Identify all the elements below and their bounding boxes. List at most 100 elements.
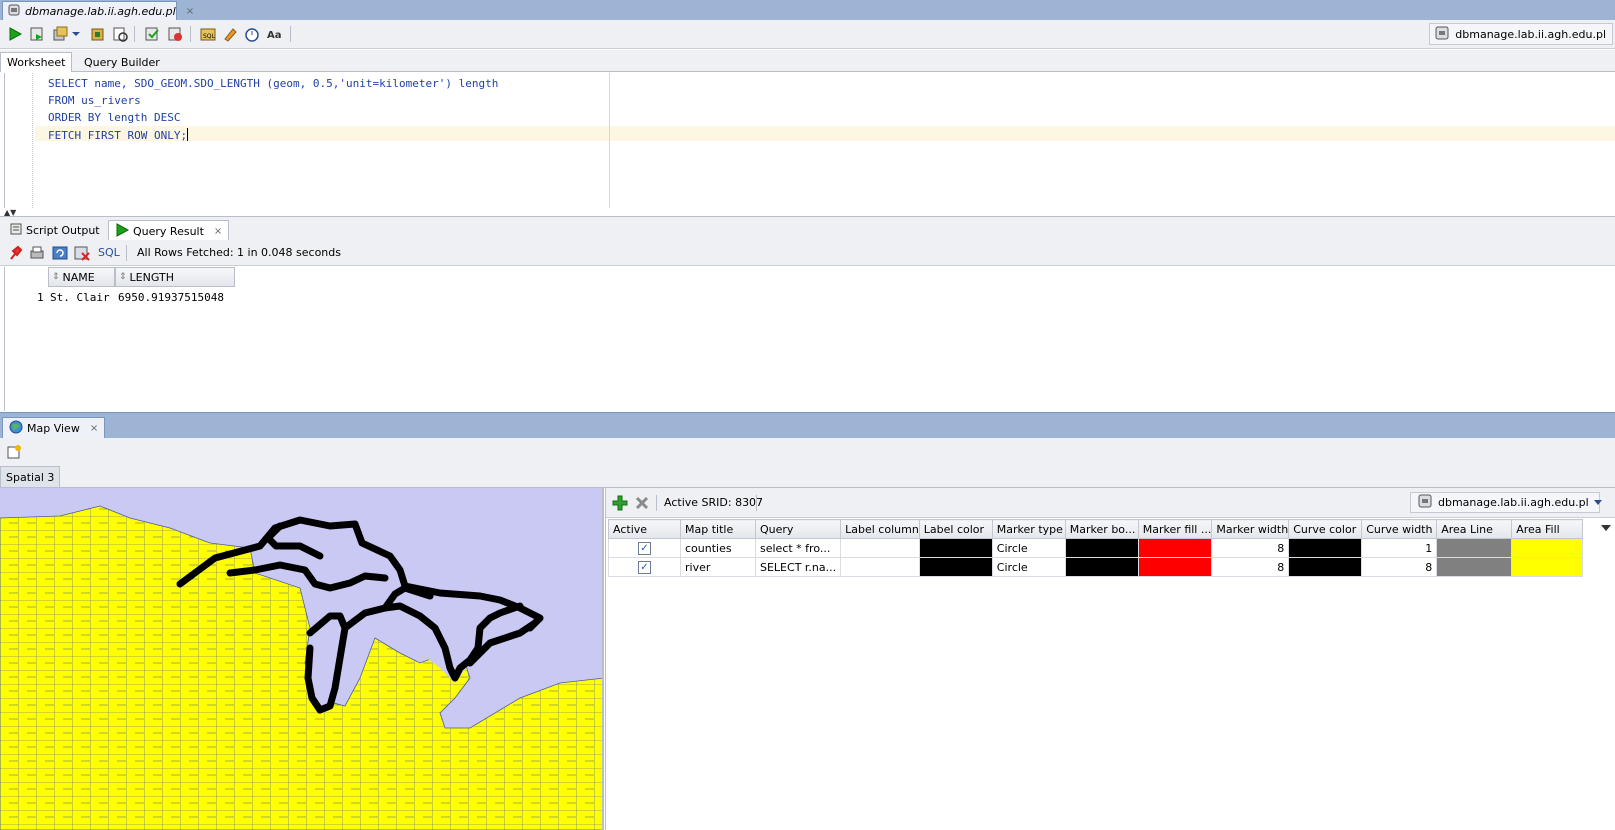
clear-icon[interactable]: [221, 25, 239, 43]
new-map-icon[interactable]: [5, 443, 23, 461]
tab-map-view[interactable]: Map View ×: [2, 417, 106, 439]
column-header[interactable]: Marker fill ...: [1137, 519, 1213, 539]
marker-fill-swatch[interactable]: [1137, 557, 1213, 577]
map-canvas[interactable]: [0, 488, 604, 830]
active-cell[interactable]: ✓: [608, 538, 681, 558]
cell-length[interactable]: 6950.91937515048: [118, 291, 224, 304]
refresh-icon[interactable]: [51, 244, 69, 262]
column-header-name[interactable]: ⇕ NAME: [48, 267, 115, 287]
marker-width-cell[interactable]: 8: [1211, 557, 1290, 577]
label-color-swatch[interactable]: [918, 557, 993, 577]
marker-type-cell[interactable]: Circle: [991, 538, 1066, 558]
column-header[interactable]: Marker type: [991, 519, 1066, 539]
rollback-icon[interactable]: [89, 25, 107, 43]
database-icon: [1434, 25, 1450, 44]
column-header[interactable]: Active: [608, 519, 681, 539]
area-fill-swatch[interactable]: [1511, 538, 1584, 558]
run-statement-icon[interactable]: [6, 25, 24, 43]
connection-name: dbmanage.lab.ii.agh.edu.pl: [1455, 27, 1606, 41]
text-caret: [187, 128, 189, 141]
column-header[interactable]: Area Line: [1436, 519, 1513, 539]
marker-border-swatch[interactable]: [1064, 557, 1139, 577]
chevron-down-icon[interactable]: [1601, 522, 1611, 535]
connection-tab-title: dbmanage.lab.ii.agh.edu.pl: [25, 4, 176, 18]
curve-color-swatch[interactable]: [1288, 557, 1363, 577]
close-tab-icon[interactable]: ×: [90, 423, 98, 434]
sql-history-icon[interactable]: SQL: [199, 25, 217, 43]
active-checkbox[interactable]: ✓: [638, 541, 651, 555]
area-line-swatch[interactable]: [1436, 557, 1513, 577]
result-tab-bar: Script Output × Query Result ×: [0, 216, 1615, 241]
map-title-cell[interactable]: river: [680, 557, 756, 577]
curve-width-cell[interactable]: 1: [1361, 538, 1438, 558]
map-connection-selector[interactable]: dbmanage.lab.ii.agh.edu.pl: [1410, 492, 1602, 513]
map-svg[interactable]: [0, 488, 604, 830]
layers-table: Active Map title Query Label column Labe…: [608, 519, 1584, 577]
column-header[interactable]: Area Fill: [1511, 519, 1584, 539]
curve-color-swatch[interactable]: [1288, 538, 1363, 558]
code-line-1: SELECT name, SDO_GEOM.SDO_LENGTH (geom, …: [48, 77, 499, 90]
layers-header-row: Active Map title Query Label column Labe…: [608, 519, 1584, 539]
marker-type-cell[interactable]: Circle: [991, 557, 1066, 577]
area-fill-swatch[interactable]: [1511, 557, 1584, 577]
query-cell[interactable]: select * fro...: [754, 538, 842, 558]
close-tab-icon[interactable]: ×: [214, 226, 222, 237]
column-header[interactable]: Marker bo...: [1064, 519, 1139, 539]
svg-text:Aa: Aa: [267, 30, 282, 41]
map-title-cell[interactable]: counties: [680, 538, 756, 558]
print-icon[interactable]: [28, 244, 46, 262]
column-header[interactable]: Label column: [840, 519, 920, 539]
add-layer-icon[interactable]: [611, 494, 629, 512]
marker-fill-swatch[interactable]: [1137, 538, 1213, 558]
marker-width-cell[interactable]: 8: [1211, 538, 1290, 558]
label-column-cell[interactable]: [840, 538, 920, 558]
sql-editor[interactable]: SELECT name, SDO_GEOM.SDO_LENGTH (geom, …: [4, 73, 1615, 208]
marker-border-swatch[interactable]: [1064, 538, 1139, 558]
tab-worksheet[interactable]: Worksheet: [0, 52, 73, 72]
area-line-swatch[interactable]: [1436, 538, 1513, 558]
tab-script-output[interactable]: Script Output ×: [4, 220, 124, 241]
label-column-cell[interactable]: [840, 557, 920, 577]
dropdown-arrow-icon[interactable]: [71, 25, 81, 43]
tab-query-builder[interactable]: Query Builder: [78, 52, 166, 72]
label-color-swatch[interactable]: [918, 538, 993, 558]
fetch-status: All Rows Fetched: 1 in 0.048 seconds: [137, 246, 341, 259]
curve-width-cell[interactable]: 8: [1361, 557, 1438, 577]
autotrace-icon[interactable]: [166, 25, 184, 43]
database-icon: [1417, 493, 1433, 512]
connection-selector[interactable]: dbmanage.lab.ii.agh.edu.pl: [1429, 23, 1613, 45]
close-tab-icon[interactable]: ×: [186, 6, 194, 17]
explain-plan-icon[interactable]: [143, 25, 161, 43]
spatial-tab-bar: Spatial 3: [0, 466, 1615, 488]
active-cell[interactable]: ✓: [608, 557, 681, 577]
column-header[interactable]: Marker width: [1211, 519, 1290, 539]
column-header[interactable]: Map title: [680, 519, 756, 539]
column-header-length[interactable]: ⇕ LENGTH: [115, 267, 235, 287]
query-cell[interactable]: SELECT r.na...: [754, 557, 842, 577]
layers-toolbar: Active SRID: 8307 dbmanage.lab.ii.agh.ed…: [606, 488, 1615, 518]
svg-text:SQL: SQL: [203, 33, 216, 40]
timer-icon[interactable]: [243, 25, 261, 43]
remove-layer-icon[interactable]: [633, 494, 651, 512]
sql-link[interactable]: SQL: [98, 246, 120, 259]
column-header[interactable]: Curve color: [1288, 519, 1363, 539]
row-number: 1: [37, 291, 44, 304]
column-header[interactable]: Curve width: [1361, 519, 1438, 539]
connection-tab[interactable]: dbmanage.lab.ii.agh.edu.pl ×: [2, 1, 194, 20]
table-row[interactable]: ✓ counties select * fro... Circle 8 1: [608, 538, 1584, 558]
sort-icon: ⇕: [52, 272, 60, 282]
tab-query-result[interactable]: Query Result ×: [108, 220, 230, 241]
active-checkbox[interactable]: ✓: [638, 560, 651, 574]
commit-icon[interactable]: [51, 25, 69, 43]
tab-spatial[interactable]: Spatial 3: [0, 466, 61, 488]
cell-name[interactable]: St. Clair: [50, 291, 110, 304]
cancel-fetch-icon[interactable]: [73, 244, 91, 262]
uppercase-icon[interactable]: Aa: [265, 25, 283, 43]
column-header[interactable]: Query: [754, 519, 842, 539]
column-header[interactable]: Label color: [918, 519, 993, 539]
table-row[interactable]: ✓ river SELECT r.na... Circle 8 8: [608, 557, 1584, 577]
tuning-icon[interactable]: [111, 25, 129, 43]
script-output-icon: [10, 223, 22, 238]
pin-icon[interactable]: [6, 244, 24, 262]
run-script-icon[interactable]: [28, 25, 46, 43]
